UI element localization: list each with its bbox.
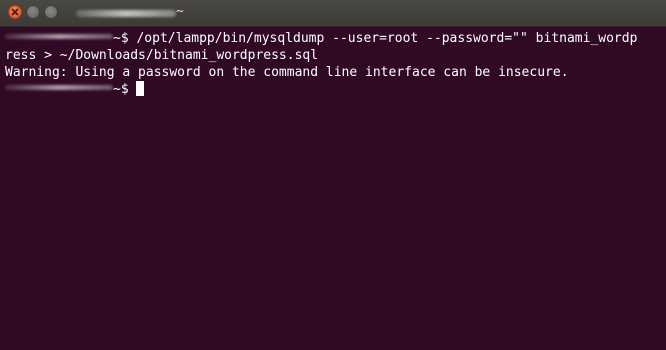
terminal-line: ~$ xyxy=(5,81,666,98)
minimize-button[interactable] xyxy=(26,5,40,19)
prompt: ~$ xyxy=(113,82,137,97)
redacted-hostname xyxy=(5,34,113,39)
prompt: ~$ xyxy=(113,31,137,46)
maximize-button[interactable] xyxy=(44,5,58,19)
close-icon xyxy=(11,8,19,16)
window-title: ~ xyxy=(176,4,184,19)
close-button[interactable] xyxy=(8,5,22,19)
redacted-window-title xyxy=(76,10,176,17)
terminal-window: ~ ~$ /opt/lampp/bin/mysqldump --user=roo… xyxy=(0,0,666,350)
terminal-line: ~$ /opt/lampp/bin/mysqldump --user=root … xyxy=(5,30,666,47)
redacted-hostname xyxy=(5,85,113,90)
warning-line: Warning: Using a password on the command… xyxy=(5,65,569,80)
command-text: /opt/lampp/bin/mysqldump --user=root --p… xyxy=(136,31,638,46)
title-bar[interactable]: ~ xyxy=(0,0,666,27)
terminal-line: ress > ~/Downloads/bitnami_wordpress.sql xyxy=(5,48,319,63)
terminal-output[interactable]: ~$ /opt/lampp/bin/mysqldump --user=root … xyxy=(0,27,666,350)
text-cursor xyxy=(136,81,145,96)
